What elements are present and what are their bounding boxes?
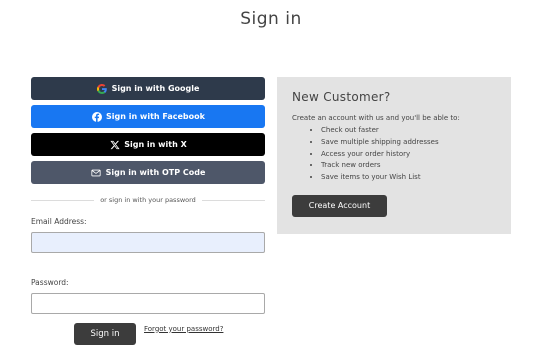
email-label: Email Address: (31, 217, 87, 226)
sign-in-x-label: Sign in with X (124, 140, 187, 149)
mail-icon (91, 167, 102, 178)
sign-in-button[interactable]: Sign in (74, 323, 136, 345)
sign-in-actions: Sign in Forgot your password? (74, 323, 223, 345)
sign-in-otp-button[interactable]: Sign in with OTP Code (31, 161, 265, 184)
new-customer-intro: Create an account with us and you'll be … (292, 114, 460, 122)
benefits-list: Check out faster Save multiple shipping … (292, 125, 496, 184)
list-item: Save multiple shipping addresses (321, 137, 496, 149)
password-field[interactable] (31, 293, 265, 314)
list-item: Save items to your Wish List (321, 172, 496, 184)
password-label: Password: (31, 278, 69, 287)
password-divider: or sign in with your password (31, 196, 266, 204)
sign-in-google-label: Sign in with Google (111, 84, 200, 93)
facebook-icon (91, 111, 102, 122)
sign-in-facebook-button[interactable]: Sign in with Facebook (31, 105, 265, 128)
divider-line-left (31, 199, 95, 201)
sign-in-column: Sign in with Google Sign in with Faceboo… (31, 77, 266, 314)
email-field[interactable] (31, 232, 265, 253)
create-account-button[interactable]: Create Account (292, 194, 387, 217)
forgot-password-link[interactable]: Forgot your password? (144, 325, 223, 333)
list-item: Track new orders (321, 160, 496, 172)
sign-in-facebook-label: Sign in with Facebook (106, 112, 205, 121)
list-item: Check out faster (321, 125, 496, 137)
x-logo-icon (109, 139, 120, 150)
list-item: Access your order history (321, 149, 496, 161)
google-icon (97, 83, 108, 94)
new-customer-panel: New Customer? Create an account with us … (277, 77, 511, 234)
page-title: Sign in (240, 9, 302, 29)
divider-line-right (201, 199, 266, 201)
sign-in-otp-label: Sign in with OTP Code (105, 168, 206, 177)
new-customer-title: New Customer? (292, 90, 391, 104)
sign-in-x-button[interactable]: Sign in with X (31, 133, 265, 156)
divider-text: or sign in with your password (100, 196, 196, 204)
sign-in-google-button[interactable]: Sign in with Google (31, 77, 265, 100)
